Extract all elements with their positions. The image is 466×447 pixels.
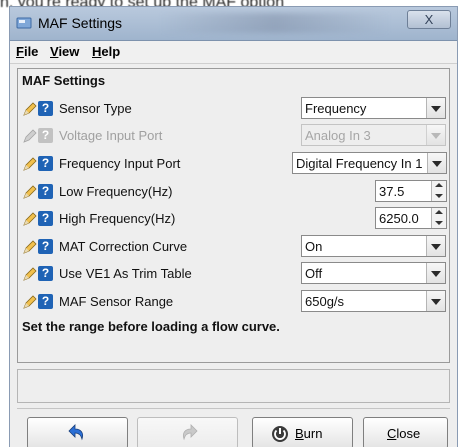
spinner-down-icon[interactable] xyxy=(431,191,446,201)
row-icons: ? xyxy=(22,128,58,144)
menu-file-rest: ile xyxy=(23,44,39,59)
help-icon[interactable]: ? xyxy=(38,101,53,116)
burn-button[interactable]: Burn xyxy=(252,417,353,447)
row-voltage-input-port: ? Voltage Input Port Analog In 3 xyxy=(22,124,447,148)
row-icons: ? xyxy=(22,156,58,172)
burn-icon xyxy=(272,426,288,442)
window-title: MAF Settings xyxy=(38,15,123,31)
maf-settings-panel: MAF Settings ? Sensor Type Frequency ? V… xyxy=(17,68,450,363)
help-icon[interactable]: ? xyxy=(38,156,53,171)
help-icon[interactable]: ? xyxy=(38,239,53,254)
burn-label: Burn xyxy=(295,426,322,441)
row-icons: ? xyxy=(22,211,58,227)
help-icon[interactable]: ? xyxy=(38,266,53,281)
pencil-icon[interactable] xyxy=(22,294,38,310)
redo-icon xyxy=(183,424,198,441)
frequency-input-port-label: Frequency Input Port xyxy=(59,156,181,171)
mat-correction-curve-label: MAT Correction Curve xyxy=(59,239,188,254)
maf-settings-window: MAF Settings X File View Help MAF Settin… xyxy=(9,6,458,447)
use-ve1-trim-table-label: Use VE1 As Trim Table xyxy=(59,266,192,281)
menu-help[interactable]: Help xyxy=(92,44,120,59)
high-frequency-input[interactable]: 6250.0 xyxy=(375,207,447,229)
undo-icon xyxy=(68,424,83,441)
row-low-frequency: ? Low Frequency(Hz) 37.5 xyxy=(22,180,447,204)
help-icon[interactable]: ? xyxy=(38,294,53,309)
help-icon[interactable]: ? xyxy=(38,211,53,226)
row-mat-correction-curve: ? MAT Correction Curve On xyxy=(22,235,447,259)
pencil-icon xyxy=(23,129,37,143)
help-icon: ? xyxy=(38,128,53,143)
button-bar: Burn Close xyxy=(17,408,450,447)
menu-help-mnemonic: H xyxy=(92,44,102,59)
pencil-icon[interactable] xyxy=(22,184,38,200)
row-maf-sensor-range: ? MAF Sensor Range 650g/s xyxy=(22,290,447,314)
redo-button xyxy=(137,417,238,447)
voltage-input-port-select: Analog In 3 xyxy=(301,124,446,146)
spinner-down-icon[interactable] xyxy=(431,218,446,228)
voltage-input-port-label: Voltage Input Port xyxy=(59,128,163,143)
menu-view-rest: iew xyxy=(58,44,80,59)
close-label: Close xyxy=(387,426,420,441)
maf-sensor-range-select[interactable]: 650g/s xyxy=(301,290,446,312)
status-area xyxy=(17,369,450,403)
menu-view[interactable]: View xyxy=(50,44,79,59)
mat-correction-curve-value: On xyxy=(305,239,323,254)
sensor-type-value: Frequency xyxy=(305,101,367,116)
high-frequency-label: High Frequency(Hz) xyxy=(59,211,176,226)
sensor-type-label: Sensor Type xyxy=(59,101,132,116)
sensor-type-select[interactable]: Frequency xyxy=(301,97,446,119)
row-icons: ? xyxy=(22,101,58,117)
frequency-input-port-value: Digital Frequency In 1 xyxy=(296,156,423,171)
row-icons: ? xyxy=(22,184,58,200)
title-bar[interactable]: MAF Settings X xyxy=(10,7,457,41)
undo-button[interactable] xyxy=(27,417,128,447)
burn-mnemonic: B xyxy=(295,426,304,441)
mat-correction-curve-select[interactable]: On xyxy=(301,235,446,257)
frequency-input-port-select[interactable]: Digital Frequency In 1 xyxy=(292,152,447,174)
use-ve1-trim-table-value: Off xyxy=(305,266,323,281)
close-mnemonic: C xyxy=(387,426,397,441)
low-frequency-value: 37.5 xyxy=(379,184,405,199)
chevron-down-icon xyxy=(426,125,445,145)
maf-sensor-range-label: MAF Sensor Range xyxy=(59,294,174,309)
pencil-icon[interactable] xyxy=(22,239,38,255)
window-close-button[interactable]: X xyxy=(407,10,451,29)
menu-bar: File View Help xyxy=(10,41,457,64)
pencil-icon[interactable] xyxy=(22,101,38,117)
chevron-down-icon[interactable] xyxy=(427,153,446,173)
row-icons: ? xyxy=(22,239,58,255)
pencil-icon[interactable] xyxy=(22,156,38,172)
low-frequency-input[interactable]: 37.5 xyxy=(375,180,447,202)
chevron-down-icon[interactable] xyxy=(426,236,445,256)
row-high-frequency: ? High Frequency(Hz) 6250.0 xyxy=(22,207,447,231)
close-rest: lose xyxy=(396,426,421,441)
use-ve1-trim-table-select[interactable]: Off xyxy=(301,262,446,284)
title-blur xyxy=(160,13,390,33)
row-use-ve1-trim-table: ? Use VE1 As Trim Table Off xyxy=(22,262,447,286)
chevron-down-icon[interactable] xyxy=(426,263,445,283)
row-icons: ? xyxy=(22,266,58,282)
pencil-icon[interactable] xyxy=(22,266,38,282)
menu-file[interactable]: File xyxy=(16,44,38,59)
help-icon[interactable]: ? xyxy=(38,184,53,199)
chevron-down-icon[interactable] xyxy=(426,291,445,311)
chevron-down-icon[interactable] xyxy=(426,98,445,118)
range-note: Set the range before loading a flow curv… xyxy=(22,319,280,334)
row-frequency-input-port: ? Frequency Input Port Digital Frequency… xyxy=(22,152,447,176)
row-sensor-type: ? Sensor Type Frequency xyxy=(22,97,447,121)
voltage-input-port-value: Analog In 3 xyxy=(305,128,371,143)
close-button[interactable]: Close xyxy=(363,417,448,447)
menu-help-rest: elp xyxy=(101,44,121,59)
pencil-icon[interactable] xyxy=(22,211,38,227)
app-icon xyxy=(16,17,32,29)
high-frequency-value: 6250.0 xyxy=(379,211,419,226)
low-frequency-label: Low Frequency(Hz) xyxy=(59,184,173,199)
row-icons: ? xyxy=(22,294,58,310)
panel-title: MAF Settings xyxy=(22,73,106,88)
maf-sensor-range-value: 650g/s xyxy=(305,294,345,309)
menu-file-mnemonic: F xyxy=(16,44,24,59)
burn-rest: urn xyxy=(303,426,323,441)
